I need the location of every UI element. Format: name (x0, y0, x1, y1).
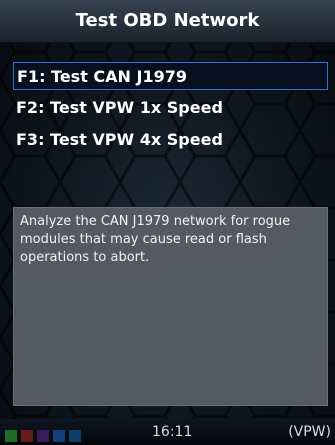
page-title: Test OBD Network (75, 10, 260, 31)
status-mode: (VPW) (288, 424, 331, 440)
status-indicators (5, 427, 85, 445)
menu-item-label: F3: Test VPW 4x Speed (16, 130, 223, 149)
device-screen: Test OBD Network F1: Test CAN J1979 F2: … (0, 0, 335, 445)
status-indicator-2 (21, 430, 33, 442)
status-indicator-1 (5, 430, 17, 442)
status-bar: 16:11 (VPW) (0, 419, 335, 445)
status-indicator-4 (53, 430, 65, 442)
menu-item-test-can-j1979[interactable]: F1: Test CAN J1979 (13, 62, 328, 90)
title-bar: Test OBD Network (0, 0, 335, 43)
status-time: 16:11 (152, 424, 193, 440)
status-indicator-5 (69, 430, 81, 442)
menu-item-test-vpw-1x[interactable]: F2: Test VPW 1x Speed (13, 94, 328, 122)
description-text: Analyze the CAN J1979 network for rogue … (20, 214, 291, 265)
menu-item-test-vpw-4x[interactable]: F3: Test VPW 4x Speed (13, 126, 328, 154)
menu-item-label: F1: Test CAN J1979 (17, 67, 187, 86)
menu-item-label: F2: Test VPW 1x Speed (16, 98, 223, 117)
status-indicator-3 (37, 430, 49, 442)
description-panel: Analyze the CAN J1979 network for rogue … (13, 207, 328, 406)
